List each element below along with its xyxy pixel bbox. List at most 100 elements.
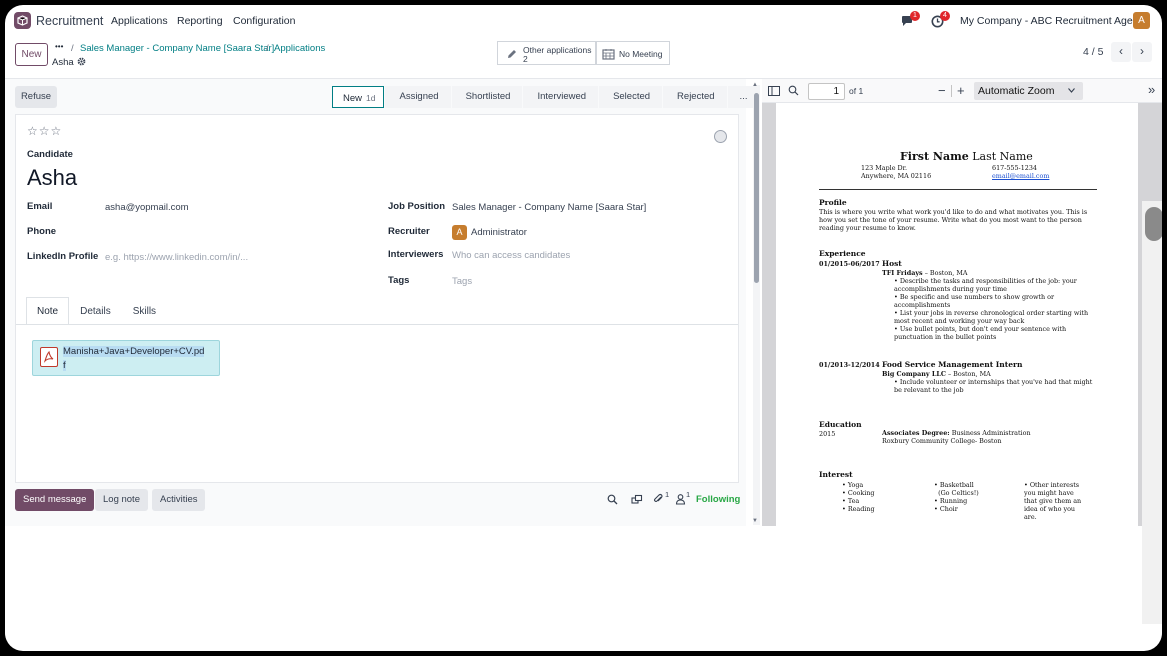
send-message-button[interactable]: Send message xyxy=(15,489,95,511)
activities-button[interactable]: Activities xyxy=(152,489,206,511)
priority-stars-icon[interactable]: ☆☆☆ xyxy=(27,124,62,138)
email-field[interactable]: asha@yopmail.com xyxy=(105,202,189,213)
other-applications-count: 2 xyxy=(523,54,528,64)
pager-value[interactable]: 4 / 5 xyxy=(1083,46,1103,58)
menu-reporting[interactable]: Reporting xyxy=(177,15,223,27)
pager-next-button[interactable]: › xyxy=(1132,42,1152,62)
user-avatar[interactable]: A xyxy=(1133,12,1150,29)
profile-text: This is where you write what work you'd … xyxy=(819,208,1088,232)
meeting-button[interactable]: No Meeting xyxy=(596,41,670,65)
resume-phone: 617-555-1234 xyxy=(992,164,1037,172)
pdf-tools-button[interactable]: » xyxy=(1148,82,1155,97)
pdf-page-input[interactable]: 1 xyxy=(808,83,845,100)
company-switcher[interactable]: My Company - ABC Recruitment Age... xyxy=(960,15,1141,27)
search-icon[interactable] xyxy=(607,494,618,508)
phone-field[interactable] xyxy=(105,226,355,238)
tab-note[interactable]: Note xyxy=(26,297,70,325)
app-window: Recruitment Applications Reporting Confi… xyxy=(5,5,1162,651)
interest-col-1: • Yoga • Cooking • Tea • Reading xyxy=(842,481,875,513)
job-position-field[interactable]: Sales Manager - Company Name [Saara Star… xyxy=(452,202,646,213)
chevron-down-icon xyxy=(1068,88,1075,93)
app-logo-icon[interactable] xyxy=(14,12,31,29)
new-button[interactable]: New xyxy=(15,43,48,66)
tab-skills[interactable]: Skills xyxy=(122,297,167,325)
tab-divider xyxy=(16,324,738,325)
resume-name: First Name Last Name xyxy=(900,150,1033,163)
interviewers-label: Interviewers xyxy=(388,249,444,260)
stage-new[interactable]: New 1d xyxy=(332,86,385,108)
zoom-select[interactable]: Automatic Zoom xyxy=(974,82,1083,100)
tags-label: Tags xyxy=(388,275,410,286)
recruiter-field[interactable]: Administrator xyxy=(471,227,527,238)
attachment-file[interactable]: Manisha+Java+Developer+CV.pd f xyxy=(32,340,220,376)
linkedin-label: LinkedIn Profile xyxy=(27,251,99,262)
job-position-label: Job Position xyxy=(388,201,445,212)
following-button[interactable]: Following xyxy=(696,494,740,505)
pager-previous-button[interactable]: ‹ xyxy=(1111,42,1131,62)
menu-applications[interactable]: Applications xyxy=(111,15,168,27)
stage-interviewed[interactable]: Interviewed xyxy=(523,86,599,108)
education-degree: Associates Degree: Business Administrati… xyxy=(882,429,1031,437)
breadcrumb-applications[interactable]: Applications xyxy=(274,43,325,54)
education-heading: Education xyxy=(819,420,862,429)
other-applications-label: Other applications xyxy=(523,45,592,55)
form-sheet: ☆☆☆ Candidate Asha Email asha@yopmail.co… xyxy=(15,114,739,483)
kanban-state-icon[interactable] xyxy=(714,130,727,143)
stage-assigned[interactable]: Assigned xyxy=(385,86,451,108)
pdf-icon xyxy=(40,347,58,367)
follower-user-icon[interactable] xyxy=(675,493,686,508)
education-school: Roxbury Community College- Boston xyxy=(882,437,1002,445)
pdf-viewer[interactable]: First Name Last Name 123 Maple Dr. Anywh… xyxy=(762,103,1162,624)
breadcrumb-job[interactable]: Sales Manager - Company Name [Saara Star… xyxy=(80,43,274,54)
tags-field[interactable]: Tags xyxy=(452,276,472,287)
divider xyxy=(951,85,952,97)
candidate-label: Candidate xyxy=(27,149,73,160)
phone-label: Phone xyxy=(27,226,57,237)
other-applications-button[interactable]: Other applications 2 xyxy=(497,41,596,65)
email-label: Email xyxy=(27,201,53,212)
stage-statusbar: New 1d Assigned Shortlisted Interviewed S… xyxy=(332,86,760,108)
resume-page: First Name Last Name 123 Maple Dr. Anywh… xyxy=(776,103,1138,526)
resume-divider xyxy=(819,189,1097,190)
tab-details[interactable]: Details xyxy=(69,297,122,325)
interest-col-2: • Basketball (Go Celtics!) • Running • C… xyxy=(934,481,979,513)
menu-configuration[interactable]: Configuration xyxy=(233,15,295,27)
candidate-name-field[interactable]: Asha xyxy=(27,165,77,191)
interviewers-field[interactable]: Who can access candidates xyxy=(452,250,570,261)
resume-email-link[interactable]: email@email.com xyxy=(992,172,1049,180)
interest-col-3: • Other interests you might have that gi… xyxy=(1024,481,1082,521)
calendar-icon xyxy=(602,49,615,60)
pdf-scrollbar-thumb[interactable] xyxy=(1145,207,1162,241)
job2-company: Big Company LLC – Boston, MA xyxy=(882,370,991,378)
notebook-tabs: Note Details Skills xyxy=(26,297,167,325)
recruiter-avatar: A xyxy=(452,225,467,240)
stage-rejected[interactable]: Rejected xyxy=(663,86,727,108)
linkedin-field[interactable]: e.g. https://www.linkedin.com/in/... xyxy=(105,252,248,263)
scroll-up-icon[interactable]: ▲ xyxy=(752,82,758,88)
job1-title: Host xyxy=(882,259,902,268)
sidebar-toggle-icon[interactable] xyxy=(768,86,780,96)
record-name: Asha xyxy=(52,57,74,68)
log-note-button[interactable]: Log note xyxy=(95,489,148,511)
pdf-scrollbar[interactable] xyxy=(1142,201,1162,624)
profile-heading: Profile xyxy=(819,198,847,207)
scroll-down-icon[interactable]: ▼ xyxy=(752,518,758,524)
stage-selected[interactable]: Selected xyxy=(599,86,663,108)
stage-shortlisted[interactable]: Shortlisted xyxy=(451,86,523,108)
attachment-filename: Manisha+Java+Developer+CV.pd f xyxy=(63,346,205,371)
form-scrollbar-thumb[interactable] xyxy=(754,93,759,283)
breadcrumb-separator: / xyxy=(71,43,74,54)
job1-dates: 01/2015-06/2017 xyxy=(819,260,880,268)
experience-heading: Experience xyxy=(819,249,866,258)
app-name[interactable]: Recruitment xyxy=(36,14,103,28)
paperclip-icon[interactable] xyxy=(653,493,664,508)
refuse-button[interactable]: Refuse xyxy=(15,86,57,108)
windows-icon[interactable] xyxy=(631,494,643,508)
zoom-out-button[interactable]: − xyxy=(938,83,946,98)
gear-icon[interactable] xyxy=(77,57,86,69)
zoom-in-button[interactable]: + xyxy=(957,83,965,98)
pdf-search-icon[interactable] xyxy=(788,85,799,96)
meeting-label: No Meeting xyxy=(619,49,663,59)
more-actions-icon[interactable]: ••• xyxy=(55,42,63,51)
interest-heading: Interest xyxy=(819,470,853,479)
